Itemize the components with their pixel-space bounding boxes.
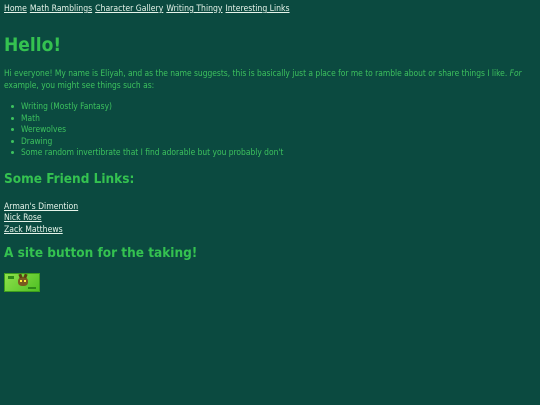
interests-list: Writing (Mostly Fantasy) Math Werewolves… (4, 101, 536, 159)
friends-heading: Some Friend Links: (4, 170, 135, 187)
nav-link-home[interactable]: Home (4, 4, 27, 18)
friend-links: Arman's Dimention Nick Rose Zack Matthew… (4, 201, 536, 236)
page-title: Hello! (4, 34, 62, 56)
friend-link-nick-rose[interactable]: Nick Rose (4, 213, 42, 223)
list-item-text: Werewolves (21, 124, 67, 134)
intro-text-italic: For (509, 68, 522, 78)
intro-text-start: Hi everyone! My name is Eliyah, and as t… (4, 68, 510, 78)
bullet-icon (11, 151, 14, 154)
list-item: Drawing (11, 135, 536, 148)
nav-link-math-ramblings[interactable]: Math Ramblings (30, 4, 92, 18)
list-item-text: Some random invertibrate that I find ado… (21, 147, 284, 157)
list-item: Some random invertibrate that I find ado… (11, 147, 536, 159)
nav-link-interesting-links[interactable]: Interesting Links (226, 4, 290, 18)
list-item-text: Drawing (21, 135, 53, 146)
bullet-icon (11, 116, 14, 120)
intro-text-end: example, you might see things such as: (4, 79, 155, 90)
critter-button-icon (18, 277, 28, 286)
bullet-icon (11, 105, 14, 108)
critter-eye-icon (24, 280, 26, 282)
nav-link-character-gallery[interactable]: Character Gallery (95, 4, 163, 18)
list-item: Math (11, 112, 536, 125)
friend-link-zack-matthews[interactable]: Zack Matthews (4, 225, 63, 235)
bullet-icon (11, 139, 14, 143)
site-button-heading: A site button for the taking! (4, 245, 198, 261)
nav-link-writing-thingy[interactable]: Writing Thingy (166, 4, 222, 18)
top-nav: Home Math Ramblings Character Gallery Wr… (4, 4, 536, 18)
list-item: Writing (Mostly Fantasy) (11, 101, 536, 113)
list-item-text: Math (21, 112, 40, 123)
site-button-image[interactable] (4, 273, 40, 292)
list-item: Werewolves (11, 124, 536, 136)
bullet-icon (11, 128, 14, 131)
button-stripe-icon (8, 276, 14, 279)
intro-paragraph: Hi everyone! My name is Eliyah, and as t… (4, 68, 524, 91)
list-item-text: Writing (Mostly Fantasy) (21, 101, 112, 111)
button-stripe-icon (28, 287, 36, 289)
friend-link-armans-dimention[interactable]: Arman's Dimention (4, 202, 78, 212)
critter-eye-icon (20, 280, 22, 282)
